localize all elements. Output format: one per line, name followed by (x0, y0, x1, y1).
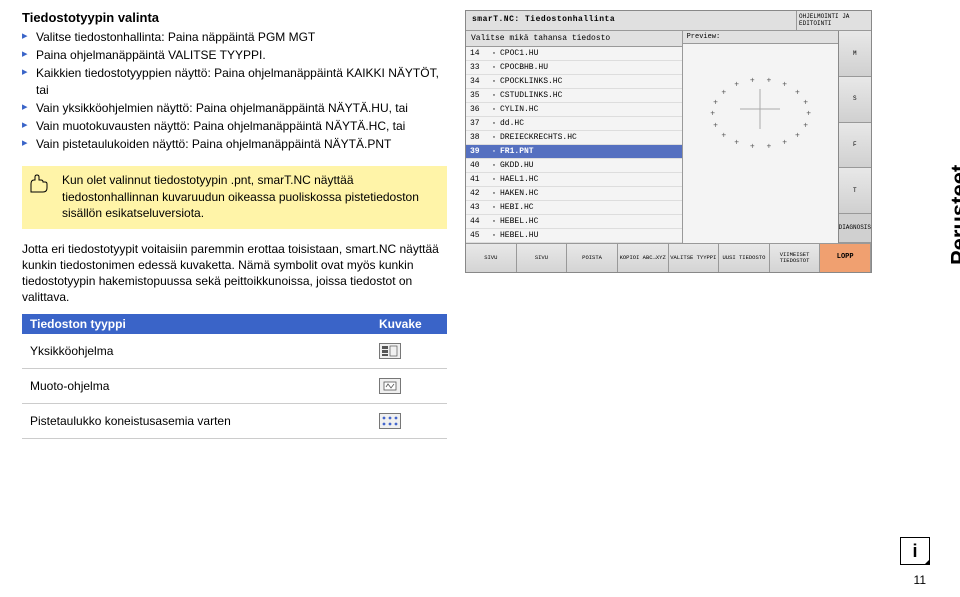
softkey-delete[interactable]: POISTA (567, 244, 618, 272)
preview-point: + (710, 110, 715, 119)
file-row[interactable]: 36▫CYLIN.HC (466, 103, 682, 117)
unit-program-icon (379, 343, 401, 359)
file-row[interactable]: 41▫HAEL1.HC (466, 173, 682, 187)
step-item: Vain muotokuvausten näyttö: Paina ohjelm… (22, 118, 447, 134)
table-header: Tiedoston tyyppi Kuvake (22, 314, 447, 334)
preview-point: + (721, 131, 726, 140)
note-box: Kun olet valinnut tiedostotyypin .pnt, s… (22, 166, 447, 229)
table-row-label: Muoto-ohjelma (30, 379, 379, 393)
contour-program-icon (379, 378, 401, 394)
preview-point: + (750, 143, 755, 152)
preview-canvas: ++++++++++++++++++ (683, 44, 838, 174)
screenshot-sidebar: M S F T DIAGNOSIS (838, 31, 871, 243)
file-row[interactable]: 44▫HEBEL.HC (466, 215, 682, 229)
softkey-end[interactable]: LOPP (820, 244, 871, 272)
table-row-icon (379, 343, 439, 359)
file-row[interactable]: 33▫CPOCBHB.HU (466, 61, 682, 75)
preview-point: + (782, 81, 787, 90)
table-row-icon (379, 413, 439, 429)
hand-icon (28, 172, 62, 221)
info-icon: i (900, 537, 930, 565)
file-row[interactable]: 45▫HEBEL.HU (466, 229, 682, 243)
preview-point: + (721, 88, 726, 97)
file-row[interactable]: 42▫HAKEN.HC (466, 187, 682, 201)
step-item: Paina ohjelmanäppäintä VALITSE TYYPPI. (22, 47, 447, 63)
file-row[interactable]: 37▫dd.HC (466, 117, 682, 131)
steps-list: Valitse tiedostonhallinta: Paina näppäin… (22, 29, 447, 152)
step-item: Valitse tiedostonhallinta: Paina näppäin… (22, 29, 447, 45)
side-btn-diagnosis[interactable]: DIAGNOSIS (839, 214, 871, 243)
file-row[interactable]: 39▫FR1.PNT (466, 145, 682, 159)
file-row[interactable]: 43▫HEBI.HC (466, 201, 682, 215)
preview-point: + (734, 139, 739, 148)
table-header-type: Tiedoston tyyppi (30, 317, 379, 331)
softkey-page[interactable]: SIVU (466, 244, 517, 272)
file-row[interactable]: 40▫GKDD.HU (466, 159, 682, 173)
preview-point: + (795, 131, 800, 140)
screenshot-mode: OHJELMOINTI JA EDITOINTI (796, 11, 871, 30)
preview-point: + (767, 77, 772, 86)
side-btn-f[interactable]: F (839, 123, 871, 169)
file-row[interactable]: 34▫CPOCKLINKS.HC (466, 75, 682, 89)
softkey-bar: SIVU SIVU POISTA KOPIOI ABC→XYZ VALITSE … (466, 243, 871, 272)
table-row: Muoto-ohjelma (22, 369, 447, 404)
preview-point: + (806, 110, 811, 119)
preview-point: + (767, 143, 772, 152)
margin-chapter-label: Perusteet (946, 165, 960, 265)
screenshot-title: smarT.NC: Tiedostonhallinta (466, 11, 796, 30)
table-row-label: Yksikköohjelma (30, 344, 379, 358)
section-heading: Tiedostotyypin valinta (22, 10, 447, 25)
softkey-last-files[interactable]: VIIMEISET TIEDOSTOT (770, 244, 821, 272)
softkey-copy[interactable]: KOPIOI ABC→XYZ (618, 244, 669, 272)
screenshot-subheader: Valitse mikä tahansa tiedosto (466, 31, 682, 46)
file-row[interactable]: 14▫CPOC1.HU (466, 47, 682, 61)
preview-label: Preview: (683, 31, 838, 44)
screenshot: smarT.NC: Tiedostonhallinta OHJELMOINTI … (465, 10, 872, 273)
table-row: Yksikköohjelma (22, 334, 447, 369)
step-item: Vain yksikköohjelmien näyttö: Paina ohje… (22, 100, 447, 116)
side-btn-m[interactable]: M (839, 31, 871, 77)
file-row[interactable]: 35▫CSTUDLINKS.HC (466, 89, 682, 103)
page-number: 11 (914, 573, 926, 587)
step-item: Vain pistetaulukoiden näyttö: Paina ohje… (22, 136, 447, 152)
preview-point: + (713, 98, 718, 107)
side-btn-s[interactable]: S (839, 77, 871, 123)
table-row: Pistetaulukko koneistusasemia varten (22, 404, 447, 439)
preview-point: + (795, 88, 800, 97)
preview-point: + (734, 81, 739, 90)
table-header-icon: Kuvake (379, 317, 439, 331)
preview-point: + (782, 139, 787, 148)
preview-point: + (803, 121, 808, 130)
preview-point: + (713, 121, 718, 130)
softkey-page[interactable]: SIVU (517, 244, 568, 272)
file-row[interactable]: 38▫DREIECKRECHTS.HC (466, 131, 682, 145)
preview-point: + (750, 77, 755, 86)
body-paragraph: Jotta eri tiedostotyypit voitaisiin pare… (22, 241, 447, 306)
note-text: Kun olet valinnut tiedostotyypin .pnt, s… (62, 172, 439, 221)
softkey-new-file[interactable]: UUSI TIEDOSTO (719, 244, 770, 272)
softkey-select-type[interactable]: VALITSE TYYPPI (669, 244, 720, 272)
preview-point: + (803, 98, 808, 107)
table-row-label: Pistetaulukko koneistusasemia varten (30, 414, 379, 428)
table-row-icon (379, 378, 439, 394)
file-list[interactable]: 14▫CPOC1.HU33▫CPOCBHB.HU34▫CPOCKLINKS.HC… (466, 46, 682, 243)
step-item: Kaikkien tiedostotyyppien näyttö: Paina … (22, 65, 447, 97)
side-btn-t[interactable]: T (839, 168, 871, 214)
point-table-icon (379, 413, 401, 429)
